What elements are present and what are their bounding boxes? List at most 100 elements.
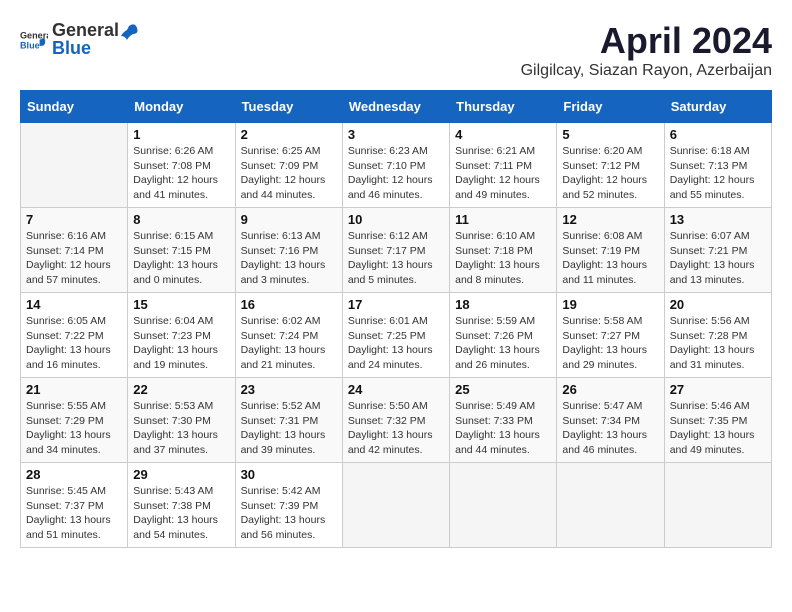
- weekday-header-thursday: Thursday: [450, 91, 557, 123]
- calendar-cell: 20 Sunrise: 5:56 AM Sunset: 7:28 PM Dayl…: [664, 293, 771, 378]
- calendar-cell: 3 Sunrise: 6:23 AM Sunset: 7:10 PM Dayli…: [342, 123, 449, 208]
- weekday-header-monday: Monday: [128, 91, 235, 123]
- day-number: 6: [670, 127, 766, 142]
- calendar-cell: 7 Sunrise: 6:16 AM Sunset: 7:14 PM Dayli…: [21, 208, 128, 293]
- calendar-cell: 9 Sunrise: 6:13 AM Sunset: 7:16 PM Dayli…: [235, 208, 342, 293]
- day-sunrise: Sunrise: 6:15 AM: [133, 230, 213, 242]
- day-sunrise: Sunrise: 6:02 AM: [241, 315, 321, 327]
- calendar-cell: 27 Sunrise: 5:46 AM Sunset: 7:35 PM Dayl…: [664, 378, 771, 463]
- day-sunset: Sunset: 7:22 PM: [26, 330, 104, 342]
- calendar-cell: 28 Sunrise: 5:45 AM Sunset: 7:37 PM Dayl…: [21, 463, 128, 548]
- day-sunset: Sunset: 7:13 PM: [670, 160, 748, 172]
- day-sunrise: Sunrise: 6:16 AM: [26, 230, 106, 242]
- day-sunset: Sunset: 7:08 PM: [133, 160, 211, 172]
- day-sunrise: Sunrise: 6:23 AM: [348, 145, 428, 157]
- day-daylight: Daylight: 13 hours and 42 minutes.: [348, 429, 433, 456]
- day-sunset: Sunset: 7:35 PM: [670, 415, 748, 427]
- day-number: 22: [133, 382, 229, 397]
- calendar-cell: 12 Sunrise: 6:08 AM Sunset: 7:19 PM Dayl…: [557, 208, 664, 293]
- day-number: 30: [241, 467, 337, 482]
- day-sunrise: Sunrise: 6:20 AM: [562, 145, 642, 157]
- day-daylight: Daylight: 13 hours and 8 minutes.: [455, 259, 540, 286]
- day-number: 18: [455, 297, 551, 312]
- logo-bird-icon: [119, 22, 139, 42]
- day-sunrise: Sunrise: 6:26 AM: [133, 145, 213, 157]
- day-sunset: Sunset: 7:26 PM: [455, 330, 533, 342]
- calendar-cell: 16 Sunrise: 6:02 AM Sunset: 7:24 PM Dayl…: [235, 293, 342, 378]
- day-sunset: Sunset: 7:38 PM: [133, 500, 211, 512]
- day-number: 29: [133, 467, 229, 482]
- day-number: 2: [241, 127, 337, 142]
- day-number: 26: [562, 382, 658, 397]
- calendar-cell: [21, 123, 128, 208]
- week-row-3: 14 Sunrise: 6:05 AM Sunset: 7:22 PM Dayl…: [21, 293, 772, 378]
- day-daylight: Daylight: 13 hours and 29 minutes.: [562, 344, 647, 371]
- day-sunrise: Sunrise: 5:59 AM: [455, 315, 535, 327]
- day-number: 1: [133, 127, 229, 142]
- calendar-cell: 2 Sunrise: 6:25 AM Sunset: 7:09 PM Dayli…: [235, 123, 342, 208]
- day-daylight: Daylight: 13 hours and 46 minutes.: [562, 429, 647, 456]
- day-daylight: Daylight: 12 hours and 46 minutes.: [348, 174, 433, 201]
- location-subtitle: Gilgilcay, Siazan Rayon, Azerbaijan: [521, 62, 772, 80]
- calendar-cell: 18 Sunrise: 5:59 AM Sunset: 7:26 PM Dayl…: [450, 293, 557, 378]
- day-daylight: Daylight: 13 hours and 16 minutes.: [26, 344, 111, 371]
- day-sunset: Sunset: 7:11 PM: [455, 160, 532, 172]
- day-sunset: Sunset: 7:24 PM: [241, 330, 319, 342]
- day-sunrise: Sunrise: 6:01 AM: [348, 315, 428, 327]
- day-sunrise: Sunrise: 5:53 AM: [133, 400, 213, 412]
- day-sunset: Sunset: 7:12 PM: [562, 160, 640, 172]
- weekday-header-friday: Friday: [557, 91, 664, 123]
- day-number: 14: [26, 297, 122, 312]
- calendar-cell: 8 Sunrise: 6:15 AM Sunset: 7:15 PM Dayli…: [128, 208, 235, 293]
- day-daylight: Daylight: 13 hours and 44 minutes.: [455, 429, 540, 456]
- day-daylight: Daylight: 12 hours and 44 minutes.: [241, 174, 326, 201]
- day-number: 17: [348, 297, 444, 312]
- day-sunrise: Sunrise: 6:25 AM: [241, 145, 321, 157]
- day-daylight: Daylight: 13 hours and 19 minutes.: [133, 344, 218, 371]
- calendar-cell: [664, 463, 771, 548]
- header: General Blue General Blue April 2024 Gil…: [20, 20, 772, 80]
- day-sunset: Sunset: 7:14 PM: [26, 245, 104, 257]
- day-number: 27: [670, 382, 766, 397]
- day-sunrise: Sunrise: 6:21 AM: [455, 145, 535, 157]
- week-row-2: 7 Sunrise: 6:16 AM Sunset: 7:14 PM Dayli…: [21, 208, 772, 293]
- calendar-cell: 15 Sunrise: 6:04 AM Sunset: 7:23 PM Dayl…: [128, 293, 235, 378]
- day-number: 24: [348, 382, 444, 397]
- calendar-cell: 25 Sunrise: 5:49 AM Sunset: 7:33 PM Dayl…: [450, 378, 557, 463]
- day-sunset: Sunset: 7:25 PM: [348, 330, 426, 342]
- calendar-table: SundayMondayTuesdayWednesdayThursdayFrid…: [20, 90, 772, 548]
- title-area: April 2024 Gilgilcay, Siazan Rayon, Azer…: [521, 20, 772, 80]
- calendar-cell: 30 Sunrise: 5:42 AM Sunset: 7:39 PM Dayl…: [235, 463, 342, 548]
- day-number: 23: [241, 382, 337, 397]
- day-daylight: Daylight: 13 hours and 26 minutes.: [455, 344, 540, 371]
- day-sunrise: Sunrise: 5:49 AM: [455, 400, 535, 412]
- calendar-cell: 10 Sunrise: 6:12 AM Sunset: 7:17 PM Dayl…: [342, 208, 449, 293]
- day-daylight: Daylight: 12 hours and 55 minutes.: [670, 174, 755, 201]
- day-sunset: Sunset: 7:39 PM: [241, 500, 319, 512]
- day-sunset: Sunset: 7:16 PM: [241, 245, 319, 257]
- day-number: 19: [562, 297, 658, 312]
- day-sunset: Sunset: 7:10 PM: [348, 160, 426, 172]
- day-daylight: Daylight: 13 hours and 3 minutes.: [241, 259, 326, 286]
- day-daylight: Daylight: 13 hours and 13 minutes.: [670, 259, 755, 286]
- weekday-header-sunday: Sunday: [21, 91, 128, 123]
- day-sunrise: Sunrise: 6:05 AM: [26, 315, 106, 327]
- day-sunset: Sunset: 7:27 PM: [562, 330, 640, 342]
- weekday-header-row: SundayMondayTuesdayWednesdayThursdayFrid…: [21, 91, 772, 123]
- day-sunset: Sunset: 7:29 PM: [26, 415, 104, 427]
- weekday-header-wednesday: Wednesday: [342, 91, 449, 123]
- day-sunset: Sunset: 7:21 PM: [670, 245, 748, 257]
- day-sunrise: Sunrise: 6:04 AM: [133, 315, 213, 327]
- calendar-cell: [450, 463, 557, 548]
- day-daylight: Daylight: 12 hours and 41 minutes.: [133, 174, 218, 201]
- day-daylight: Daylight: 13 hours and 11 minutes.: [562, 259, 647, 286]
- day-sunset: Sunset: 7:17 PM: [348, 245, 426, 257]
- day-daylight: Daylight: 13 hours and 37 minutes.: [133, 429, 218, 456]
- calendar-cell: [557, 463, 664, 548]
- week-row-4: 21 Sunrise: 5:55 AM Sunset: 7:29 PM Dayl…: [21, 378, 772, 463]
- day-sunset: Sunset: 7:31 PM: [241, 415, 319, 427]
- day-sunrise: Sunrise: 5:56 AM: [670, 315, 750, 327]
- day-number: 3: [348, 127, 444, 142]
- day-sunrise: Sunrise: 5:45 AM: [26, 485, 106, 497]
- week-row-1: 1 Sunrise: 6:26 AM Sunset: 7:08 PM Dayli…: [21, 123, 772, 208]
